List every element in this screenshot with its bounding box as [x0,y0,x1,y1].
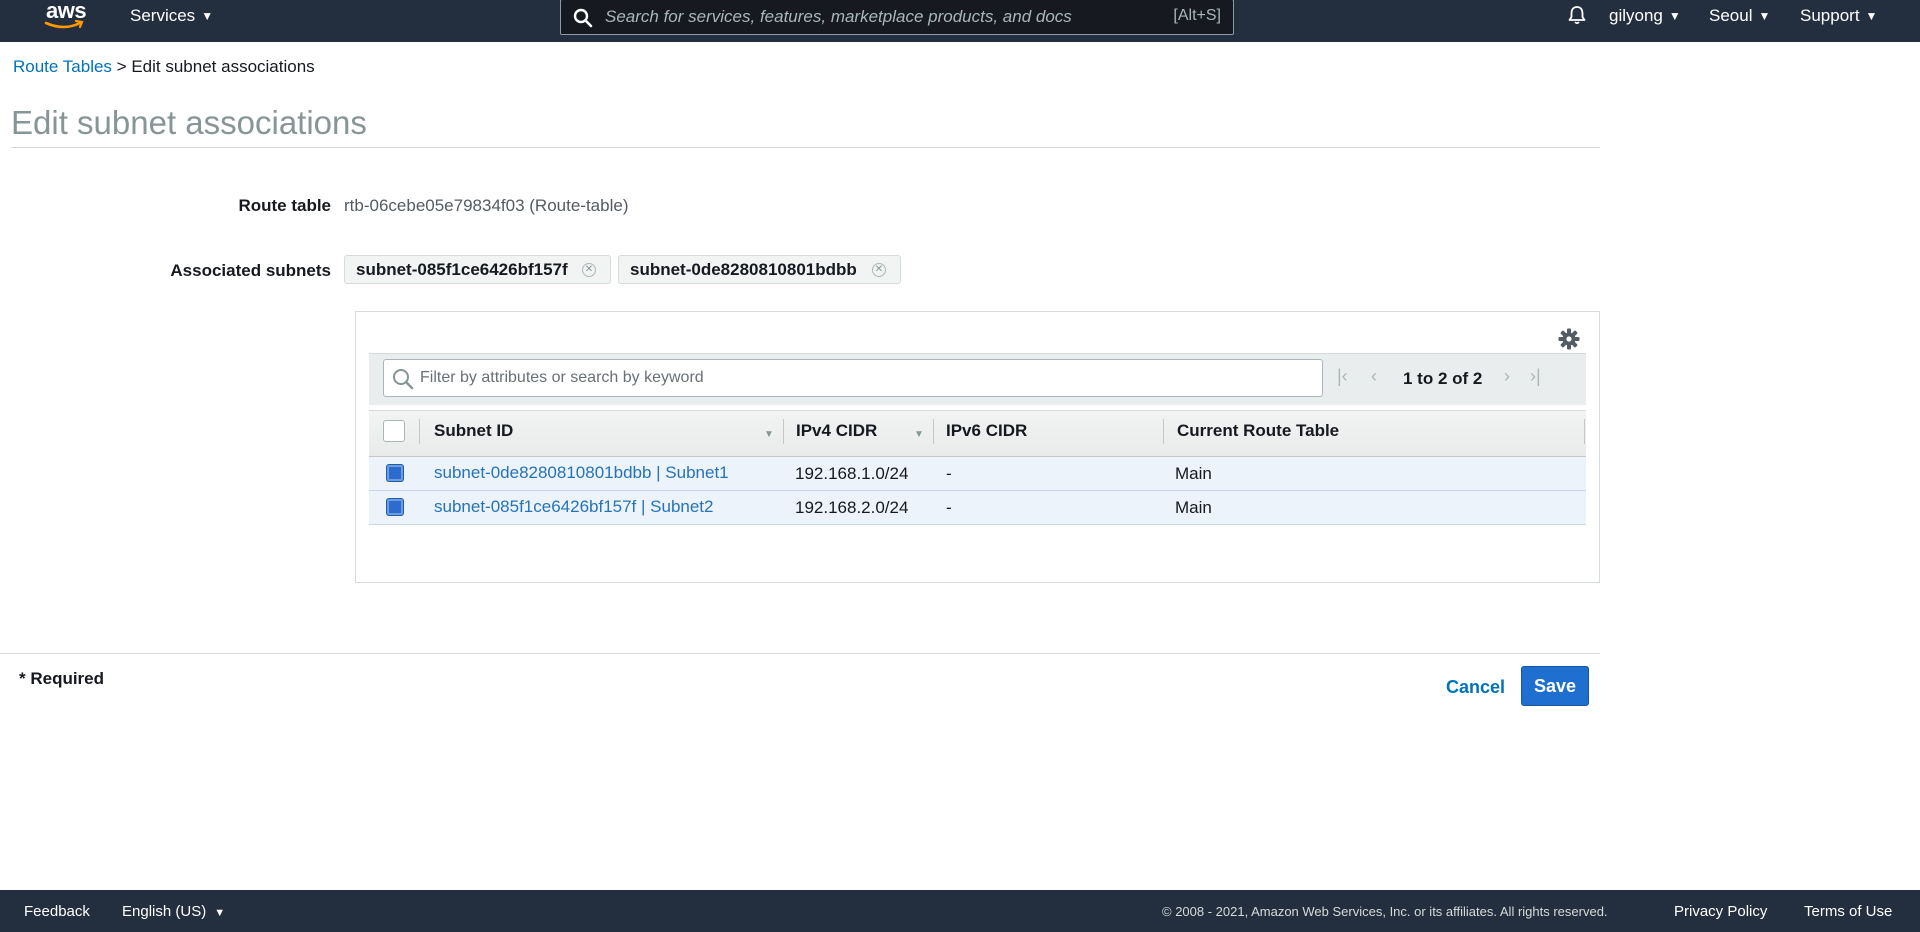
notifications-button[interactable] [1566,4,1588,38]
ipv4-cidr-cell: 192.168.2.0/24 [795,498,909,517]
subnet-token-label: subnet-0de8280810801bdbb [630,260,857,279]
table-filter-input[interactable] [420,366,1300,390]
aws-logo[interactable]: aws [42,0,90,34]
search-shortcut-hint: [Alt+S] [1173,7,1221,24]
column-divider [933,419,934,444]
caret-down-icon: ▼ [214,907,226,919]
save-button[interactable]: Save [1521,666,1589,706]
row-checkbox-checked[interactable] [386,464,404,482]
region-label: Seoul [1709,6,1753,25]
subnet-link[interactable]: subnet-0de8280810801bdbb | Subnet1 [434,463,729,483]
select-all-checkbox[interactable] [383,420,405,442]
aws-smile-icon [44,20,84,29]
feedback-link[interactable]: Feedback [24,903,90,920]
column-divider [1584,419,1585,444]
next-page-icon[interactable]: › [1504,366,1510,387]
pagination-status: 1 to 2 of 2 [1403,369,1483,388]
column-divider [419,419,420,444]
account-menu[interactable]: gilyong ▼ [1609,0,1681,34]
breadcrumb-current: Edit subnet associations [131,57,315,76]
page-title: Edit subnet associations [11,104,367,141]
column-divider [783,419,784,444]
remove-token-icon[interactable]: ✕ [872,263,886,277]
privacy-policy-link[interactable]: Privacy Policy [1674,903,1767,920]
required-note: * Required [19,669,105,688]
route-table-value: rtb-06cebe05e79834f03 (Route-table) [344,196,629,215]
sort-caret-icon[interactable]: ▼ [914,429,924,440]
breadcrumb-separator: > [116,57,127,76]
column-divider [1163,419,1164,444]
copyright-text: © 2008 - 2021, Amazon Web Services, Inc.… [1162,904,1608,919]
services-label: Services [130,6,196,25]
associated-subnets-label: Associated subnets [170,261,331,280]
caret-down-icon: ▼ [1668,9,1681,23]
first-page-icon[interactable]: |‹ [1337,366,1348,387]
subnet-link[interactable]: subnet-085f1ce6426bf157f | Subnet2 [434,497,713,517]
ipv4-cidr-cell: 192.168.1.0/24 [795,464,909,483]
ipv6-cidr-cell: - [946,498,952,517]
column-header-current-route-table[interactable]: Current Route Table [1177,421,1339,441]
subnet-token: subnet-0de8280810801bdbb ✕ [618,255,901,284]
account-username: gilyong [1609,6,1663,25]
services-menu[interactable]: Services ▼ [130,0,213,34]
row-checkbox-checked[interactable] [386,498,404,516]
route-table-label: Route table [238,196,331,215]
console-footer: Feedback English (US) ▼ © 2008 - 2021, Am… [0,890,1920,932]
breadcrumb: Route Tables > Edit subnet associations [13,57,315,77]
support-label: Support [1800,6,1860,25]
column-header-ipv4-cidr[interactable]: IPv4 CIDR [796,421,877,441]
language-label: English (US) [122,903,207,920]
caret-down-icon: ▼ [201,9,214,23]
subnet-token: subnet-085f1ce6426bf157f ✕ [344,255,611,284]
gear-icon[interactable] [1558,328,1580,350]
subnet-token-label: subnet-085f1ce6426bf157f [356,260,568,279]
search-icon [393,369,414,390]
column-header-ipv6-cidr[interactable]: IPv6 CIDR [946,421,1027,441]
region-menu[interactable]: Seoul ▼ [1709,0,1770,34]
breadcrumb-route-tables-link[interactable]: Route Tables [13,57,112,76]
top-navigation-bar: aws Services ▼ [Alt+S] gilyong ▼ Seoul ▼ Su… [0,0,1920,42]
route-table-cell: Main [1175,498,1212,517]
last-page-icon[interactable]: ›| [1530,366,1541,387]
support-menu[interactable]: Support ▼ [1800,0,1877,34]
previous-page-icon[interactable]: ‹ [1371,366,1377,387]
form-footer-divider [0,653,1600,654]
caret-down-icon: ▼ [1758,9,1771,23]
remove-token-icon[interactable]: ✕ [582,263,596,277]
cancel-button[interactable]: Cancel [1446,677,1505,698]
ipv6-cidr-cell: - [946,464,952,483]
column-header-subnet-id[interactable]: Subnet ID [434,421,513,441]
bell-icon [1568,6,1586,25]
title-divider [11,147,1600,148]
sort-caret-icon[interactable]: ▼ [764,429,774,440]
global-search[interactable]: [Alt+S] [560,0,1234,35]
table-filter[interactable] [383,359,1323,397]
search-icon [573,8,593,28]
global-search-input[interactable] [605,4,1125,30]
language-selector[interactable]: English (US) ▼ [122,903,225,920]
terms-of-use-link[interactable]: Terms of Use [1804,903,1892,920]
caret-down-icon: ▼ [1865,9,1878,23]
route-table-cell: Main [1175,464,1212,483]
